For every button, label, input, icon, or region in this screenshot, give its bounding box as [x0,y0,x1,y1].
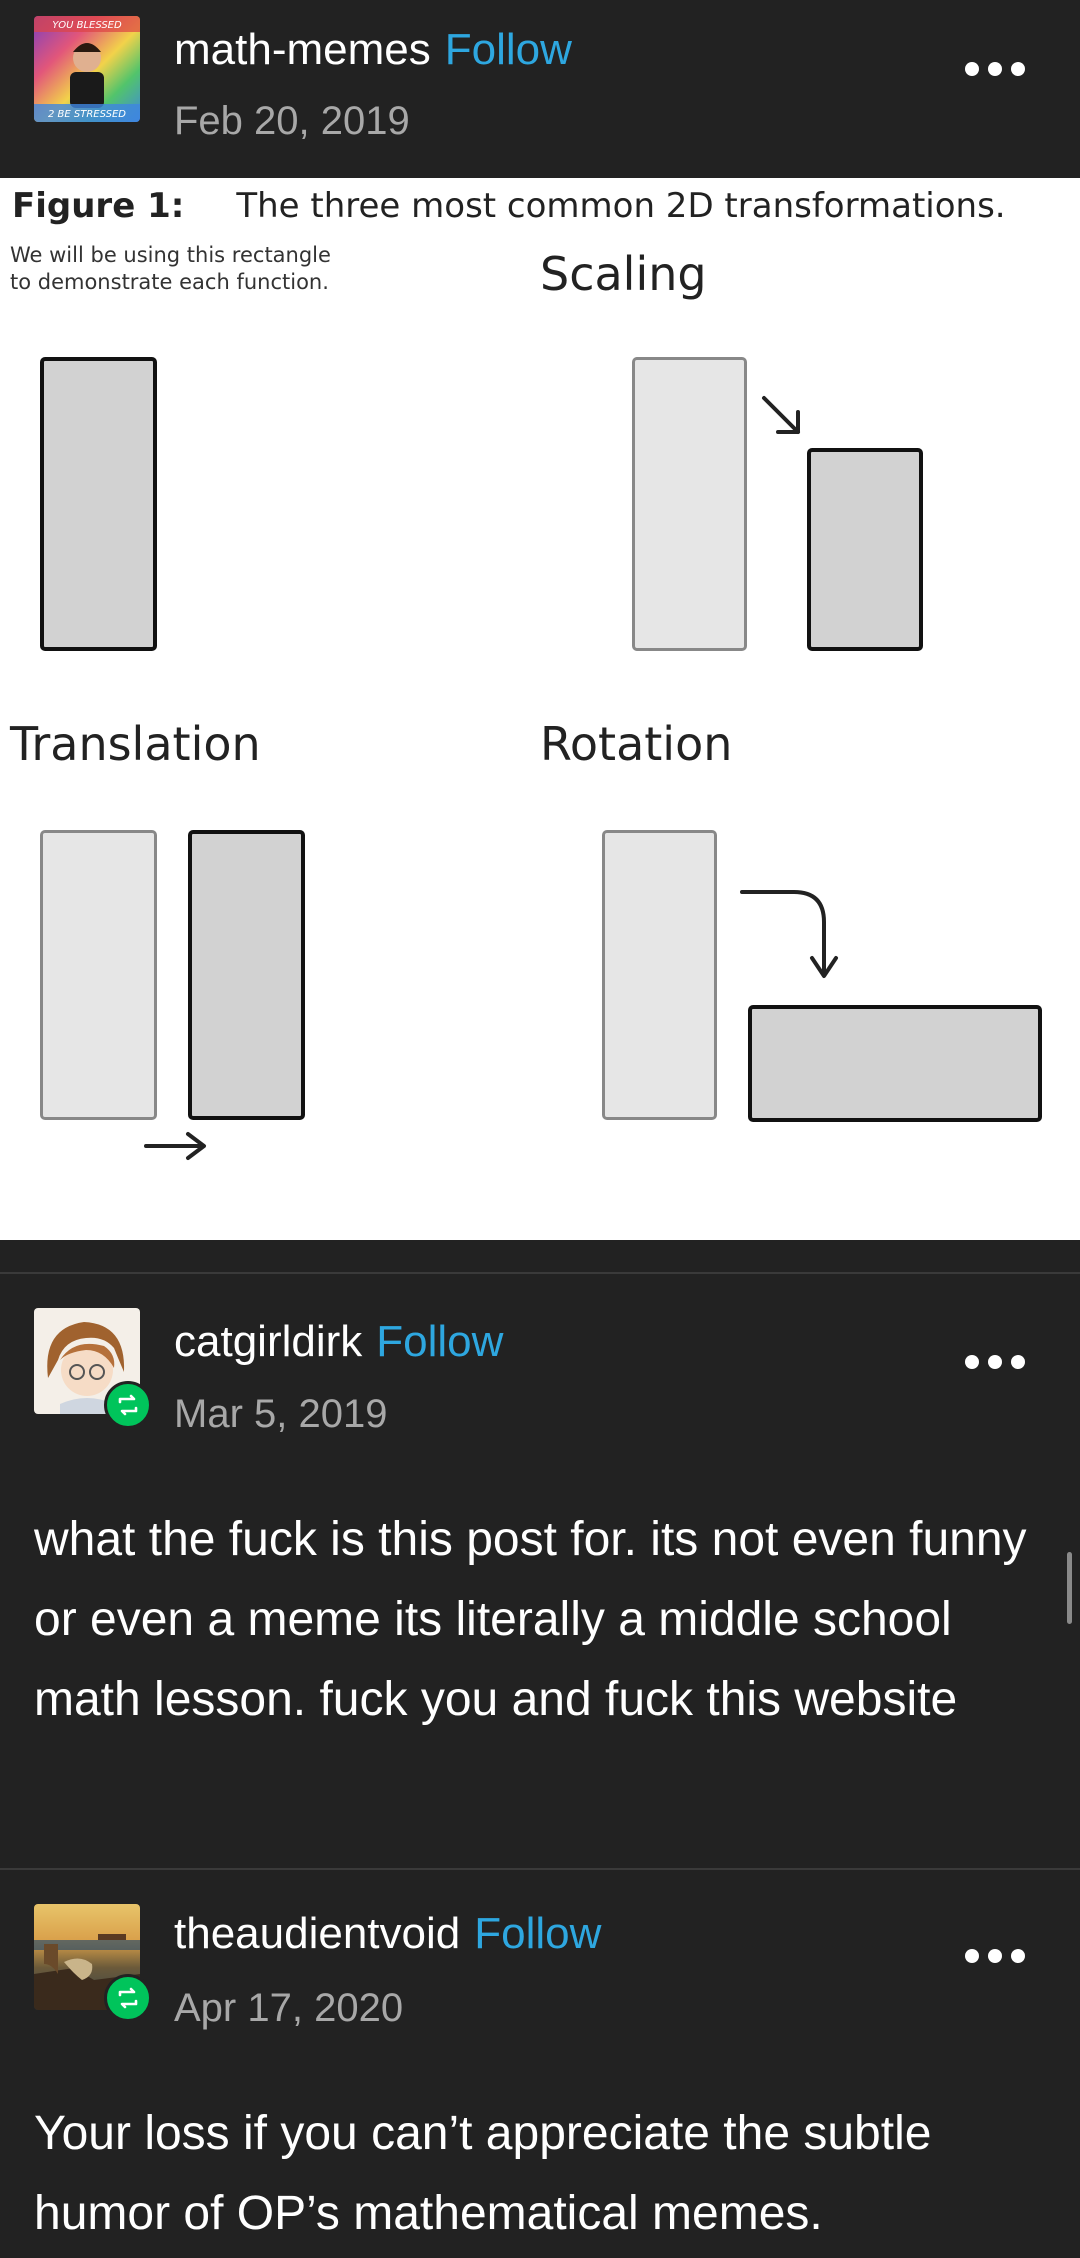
post-header-math-memes: YOU BLESSED 2 BE STRESSED math-memes Foll… [0,0,1080,178]
comment-text: what the fuck is this post for. its not … [34,1513,1027,1726]
figure-caption: The three most common 2D transformations… [236,186,1006,226]
example-rectangle [40,357,157,651]
reblog-catgirldirk: catgirldirk Follow Mar 5, 2019 what the f… [0,1274,1080,1868]
translation-original-rect [40,830,157,1120]
avatar-text-bottom: 2 BE STRESSED [48,109,126,120]
scaling-label: Scaling [540,247,707,301]
name-row: theaudientvoid Follow [174,1904,601,1964]
avatar-math-memes[interactable]: YOU BLESSED 2 BE STRESSED [34,16,140,122]
figure-title: Figure 1: The three most common 2D transf… [12,182,1006,230]
follow-button[interactable]: Follow [445,25,572,74]
rotation-arrow-icon [740,890,838,978]
username-link[interactable]: math-memes [174,25,431,74]
rotation-label: Rotation [540,717,733,771]
more-options-icon[interactable] [965,54,1025,84]
scaling-result-rect [807,448,923,651]
more-options-icon[interactable] [965,1941,1025,1971]
post-date: Feb 20, 2019 [174,99,410,143]
scrollbar-thumb[interactable] [1067,1552,1072,1624]
figure-label: Figure 1: [12,186,185,226]
avatar-text-top: YOU BLESSED [52,20,122,31]
follow-button[interactable]: Follow [474,1909,601,1958]
rotation-result-rect [748,1005,1042,1122]
post-date: Apr 17, 2020 [174,1986,404,2030]
reblog-icon [104,1381,152,1429]
figure-note-line2: to demonstrate each function. [10,270,329,294]
figure-note: We will be using this rectangle to demon… [10,242,331,296]
more-options-icon[interactable] [965,1347,1025,1377]
username-link[interactable]: catgirldirk [174,1317,362,1366]
translation-arrow-icon [144,1132,206,1160]
rotation-original-rect [602,830,717,1120]
translation-result-rect [188,830,305,1120]
scaling-original-rect [632,357,747,651]
post-image-figure: Figure 1: The three most common 2D transf… [0,178,1080,1240]
figure-note-line1: We will be using this rectangle [10,243,331,267]
translation-label: Translation [10,717,261,771]
post-date: Mar 5, 2019 [174,1392,388,1436]
comment-text: Your loss if you can’t appreciate the su… [34,2107,932,2240]
username-link[interactable]: theaudientvoid [174,1909,460,1958]
scaling-arrow-icon [762,396,800,434]
reblog-theaudientvoid: theaudientvoid Follow Apr 17, 2020 Your l… [0,1870,1080,2258]
avatar-image: YOU BLESSED 2 BE STRESSED [34,16,140,122]
name-row: catgirldirk Follow [174,1312,503,1372]
follow-button[interactable]: Follow [376,1317,503,1366]
name-row: math-memes Follow [174,20,572,80]
reblog-icon [104,1974,152,2022]
